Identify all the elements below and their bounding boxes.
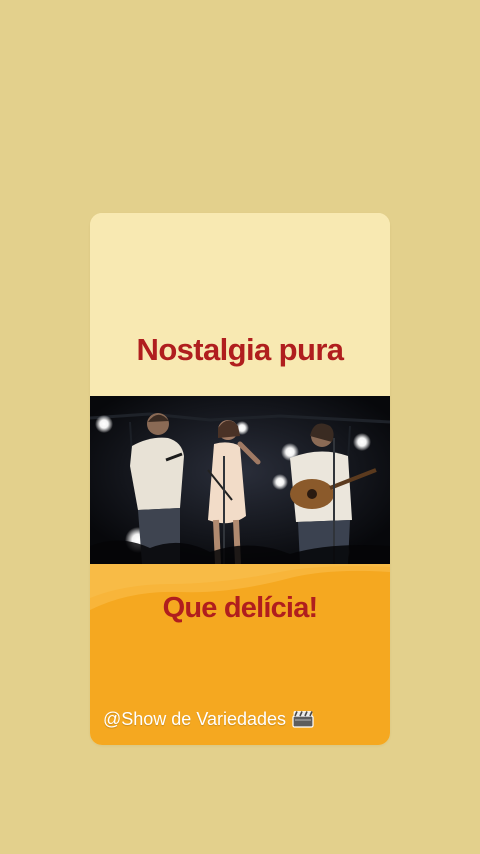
card-bottom-section: Que delícia! @Show de Variedades: [90, 564, 390, 745]
story-card: Nostalgia pura Que delícia! @Show de Var…: [90, 213, 390, 745]
concert-video[interactable]: [90, 396, 390, 564]
channel-handle-row[interactable]: @Show de Variedades: [103, 708, 314, 730]
clapperboard-icon: [292, 711, 314, 728]
stage-light: [95, 415, 113, 433]
concert-video-frame: [90, 396, 390, 564]
channel-handle: @Show de Variedades: [103, 709, 287, 729]
subheadline: Que delícia!: [162, 592, 319, 624]
card-top-section: Nostalgia pura: [90, 213, 390, 396]
stage-light: [272, 474, 288, 490]
stage-light: [353, 433, 371, 451]
headline: Nostalgia pura: [136, 332, 345, 367]
